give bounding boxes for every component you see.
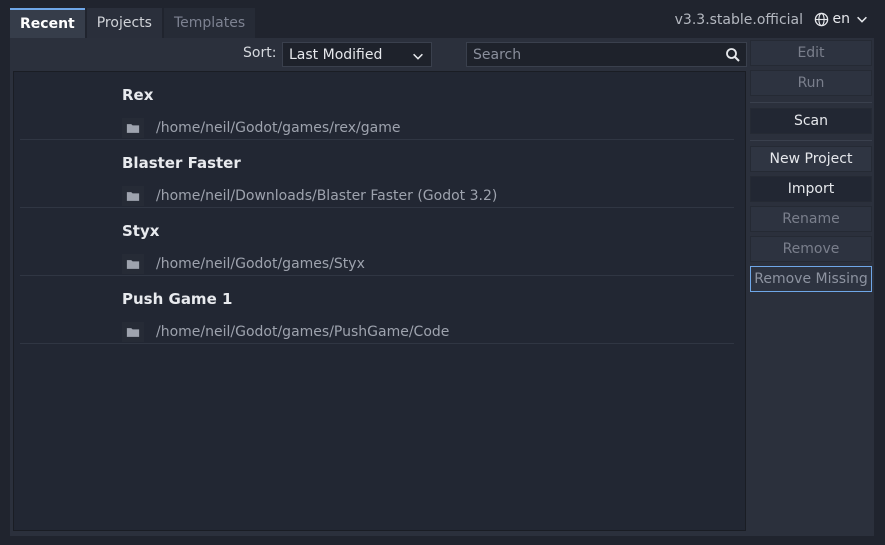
chevron-down-icon [857, 16, 867, 23]
project-name: Blaster Faster [122, 154, 241, 172]
project-item-styx[interactable]: Styx /home/neil/Godot/games/Styx [20, 208, 734, 276]
new-project-button[interactable]: New Project [750, 146, 872, 172]
divider [750, 140, 872, 141]
project-path-row: /home/neil/Godot/games/Styx [122, 254, 365, 274]
search-box [466, 42, 747, 67]
edit-button[interactable]: Edit [750, 40, 872, 66]
remove-missing-button[interactable]: Remove Missing [750, 266, 872, 292]
sort-label: Sort: [243, 45, 277, 61]
project-name: Push Game 1 [122, 290, 233, 308]
project-path-row: /home/neil/Downloads/Blaster Faster (God… [122, 186, 497, 206]
project-path: /home/neil/Godot/games/Styx [156, 256, 365, 272]
project-path: /home/neil/Godot/games/PushGame/Code [156, 324, 450, 340]
project-item-blaster-faster[interactable]: Blaster Faster /home/neil/Downloads/Blas… [20, 140, 734, 208]
recent-panel: Sort: Last Modified Rex [10, 38, 874, 536]
search-icon[interactable] [725, 47, 741, 63]
globe-icon [814, 12, 828, 26]
folder-icon [126, 328, 140, 337]
tab-recent[interactable]: Recent [10, 8, 85, 38]
language-label: en [832, 11, 851, 27]
tab-projects[interactable]: Projects [86, 8, 162, 38]
tab-templates[interactable]: Templates [163, 8, 256, 38]
folder-icon [126, 124, 140, 133]
sort-selected-value: Last Modified [289, 46, 383, 63]
project-name: Styx [122, 222, 160, 240]
chevron-down-icon [413, 53, 423, 60]
version-label: v3.3.stable.official [674, 12, 803, 28]
project-path-row: /home/neil/Godot/games/rex/game [122, 118, 400, 138]
divider [750, 102, 872, 103]
project-name: Rex [122, 86, 154, 104]
run-button[interactable]: Run [750, 70, 872, 96]
show-in-file-manager-button[interactable] [122, 254, 144, 274]
project-path: /home/neil/Godot/games/rex/game [156, 120, 401, 136]
folder-icon [126, 192, 140, 201]
search-input[interactable] [473, 46, 713, 63]
project-item-rex[interactable]: Rex /home/neil/Godot/games/rex/game [20, 72, 734, 140]
folder-icon [126, 260, 140, 269]
language-selector[interactable]: en [814, 11, 874, 27]
sort-search-row: Sort: Last Modified [10, 38, 747, 70]
import-button[interactable]: Import [750, 176, 872, 202]
project-path: /home/neil/Downloads/Blaster Faster (God… [156, 188, 498, 204]
rename-button[interactable]: Rename [750, 206, 872, 232]
show-in-file-manager-button[interactable] [122, 118, 144, 138]
scan-button[interactable]: Scan [750, 108, 872, 134]
tab-bar: Recent Projects Templates [10, 8, 257, 38]
show-in-file-manager-button[interactable] [122, 322, 144, 342]
show-in-file-manager-button[interactable] [122, 186, 144, 206]
project-item-push-game-1[interactable]: Push Game 1 /home/neil/Godot/games/PushG… [20, 276, 734, 344]
project-path-row: /home/neil/Godot/games/PushGame/Code [122, 322, 449, 342]
remove-button[interactable]: Remove [750, 236, 872, 262]
sort-dropdown[interactable]: Last Modified [282, 42, 432, 67]
project-list: Rex /home/neil/Godot/games/rex/game Blas… [13, 71, 746, 531]
project-manager-window: Recent Projects Templates v3.3.stable.of… [0, 0, 885, 545]
